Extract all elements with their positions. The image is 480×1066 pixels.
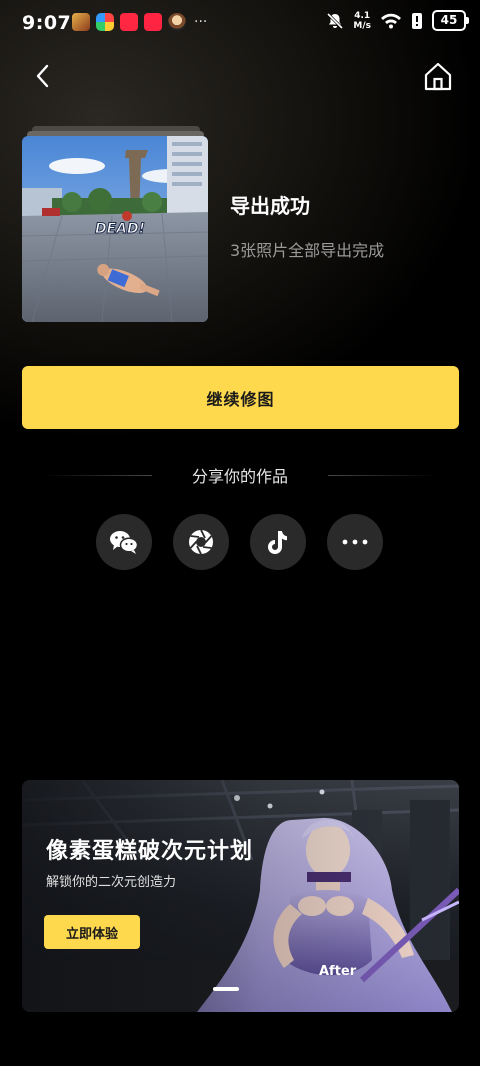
aperture-icon <box>189 529 213 555</box>
screen: 9:07 ··· 4.1 M/s 45 DEAD! 导出成功 3张照片全部导出完… <box>0 0 480 1066</box>
wifi-icon <box>381 13 401 29</box>
battery-alert-icon <box>412 12 422 29</box>
game-screenshot-image: DEAD! <box>22 136 208 322</box>
more-notifications-icon: ··· <box>194 14 208 30</box>
share-tiktok-button[interactable] <box>250 514 306 570</box>
banner-subtitle: 解锁你的二次元创造力 <box>46 875 177 890</box>
wechat-icon <box>110 531 139 554</box>
app-notification-icon <box>72 13 90 31</box>
status-bar: 9:07 ··· 4.1 M/s 45 <box>0 0 480 46</box>
network-speed-unit: M/s <box>353 20 371 31</box>
game-dead-text: DEAD! <box>95 221 145 237</box>
banner-background-image <box>22 780 459 1012</box>
carousel-indicator <box>213 987 239 991</box>
app-notification-icon <box>168 13 186 31</box>
home-icon <box>424 62 452 91</box>
share-more-button[interactable] <box>327 514 383 570</box>
tiktok-icon <box>268 531 287 554</box>
status-time: 9:07 <box>22 12 72 34</box>
share-divider-right <box>328 475 438 476</box>
status-right: 4.1 M/s 45 <box>326 10 469 31</box>
back-button[interactable] <box>28 60 60 92</box>
app-notification-icon <box>120 13 138 31</box>
more-icon <box>342 539 368 545</box>
app-notification-icon <box>96 13 114 31</box>
share-camera-button[interactable] <box>173 514 229 570</box>
try-now-button[interactable]: 立即体验 <box>44 915 140 949</box>
exported-photo-thumbnail: DEAD! <box>22 136 208 322</box>
app-notification-icon <box>144 13 162 31</box>
chevron-left-icon <box>36 64 49 88</box>
after-label: After <box>319 964 357 979</box>
battery-level: 45 <box>432 10 469 31</box>
export-success-title: 导出成功 <box>230 194 310 218</box>
home-button[interactable] <box>422 60 454 94</box>
notification-icons: ··· <box>72 13 207 31</box>
share-wechat-button[interactable] <box>96 514 152 570</box>
mute-bell-icon <box>327 12 344 29</box>
promo-banner[interactable]: 像素蛋糕破次元计划 解锁你的二次元创造力 立即体验 After <box>22 780 459 1012</box>
network-speed: 4.1 M/s <box>353 11 371 31</box>
network-speed-value: 4.1 <box>354 10 371 21</box>
banner-title: 像素蛋糕破次元计划 <box>46 839 254 864</box>
continue-editing-button[interactable]: 继续修图 <box>22 366 459 429</box>
export-success-subtitle: 3张照片全部导出完成 <box>230 241 385 260</box>
